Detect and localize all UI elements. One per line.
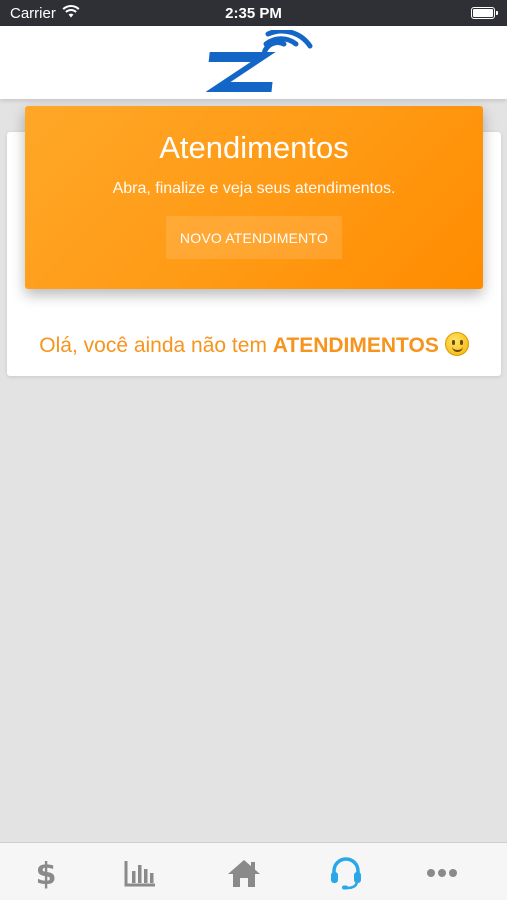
tab-bar: $ <box>0 842 507 900</box>
tab-home[interactable] <box>224 853 264 893</box>
hero-banner: Atendimentos Abra, finalize e veja seus … <box>25 106 483 289</box>
home-icon <box>227 858 261 888</box>
tab-support[interactable] <box>326 853 366 893</box>
empty-state-message: Olá, você ainda não tem ATENDIMENTOS <box>7 332 501 358</box>
brand-logo <box>205 28 316 96</box>
headset-icon <box>329 856 363 890</box>
dollar-icon: $ <box>35 857 57 889</box>
smiley-icon <box>444 332 469 356</box>
app-header <box>0 26 507 99</box>
tab-reports[interactable] <box>120 853 160 893</box>
tab-more[interactable] <box>422 853 462 893</box>
tab-finance[interactable]: $ <box>26 853 66 893</box>
status-bar: Carrier 2:35 PM <box>0 0 507 26</box>
hero-subtitle: Abra, finalize e veja seus atendimentos. <box>112 180 396 197</box>
new-ticket-button[interactable]: NOVO ATENDIMENTO <box>166 216 342 259</box>
more-icon <box>427 868 457 878</box>
svg-text:$: $ <box>36 857 57 889</box>
hero-title: Atendimentos <box>159 130 349 165</box>
bar-chart-icon <box>124 859 156 887</box>
empty-state-prefix: Olá, você ainda não tem <box>39 334 273 357</box>
battery-icon <box>471 7 498 19</box>
empty-state-highlight: ATENDIMENTOS <box>272 334 439 357</box>
status-time: 2:35 PM <box>225 5 282 22</box>
